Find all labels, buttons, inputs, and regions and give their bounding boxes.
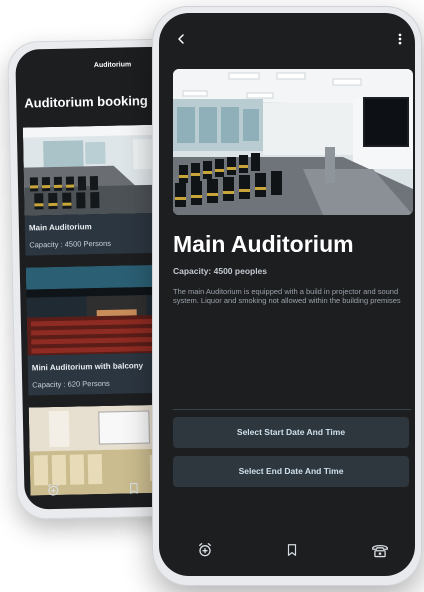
front-phone-device: Main Auditorium Capacity: 4500 peoples T…	[152, 6, 422, 586]
auditorium-description: The main Auditorium is equipped with a b…	[173, 287, 401, 306]
alarm-add-icon[interactable]	[46, 483, 60, 497]
auditorium-card-capacity: Capacity : 4500 Persons	[29, 238, 112, 250]
auditorium-hero-photo	[173, 69, 413, 215]
back-arrow-icon[interactable]	[175, 32, 187, 46]
front-phone-screen: Main Auditorium Capacity: 4500 peoples T…	[159, 13, 415, 576]
bottom-nav	[159, 540, 415, 560]
auditorium-card-name: Main Auditorium	[28, 222, 92, 233]
auditorium-card-capacity: Capacity : 620 Persons	[32, 378, 110, 390]
more-vert-icon[interactable]	[395, 32, 405, 46]
back-page-title: Auditorium booking	[24, 92, 148, 111]
bookmark-icon[interactable]	[127, 481, 140, 495]
alarm-add-icon[interactable]	[197, 542, 213, 558]
auditorium-card-name: Mini Auditorium with balcony	[31, 361, 144, 373]
select-end-date-button[interactable]: Select End Date And Time	[173, 456, 409, 487]
top-app-bar	[159, 31, 415, 47]
bookmark-icon[interactable]	[285, 542, 299, 558]
divider	[173, 409, 411, 410]
select-start-date-button[interactable]: Select Start Date And Time	[173, 417, 409, 448]
auditorium-capacity: Capacity: 4500 peoples	[173, 266, 268, 276]
auditorium-title: Main Auditorium	[173, 231, 354, 257]
phone-icon[interactable]	[371, 542, 389, 558]
